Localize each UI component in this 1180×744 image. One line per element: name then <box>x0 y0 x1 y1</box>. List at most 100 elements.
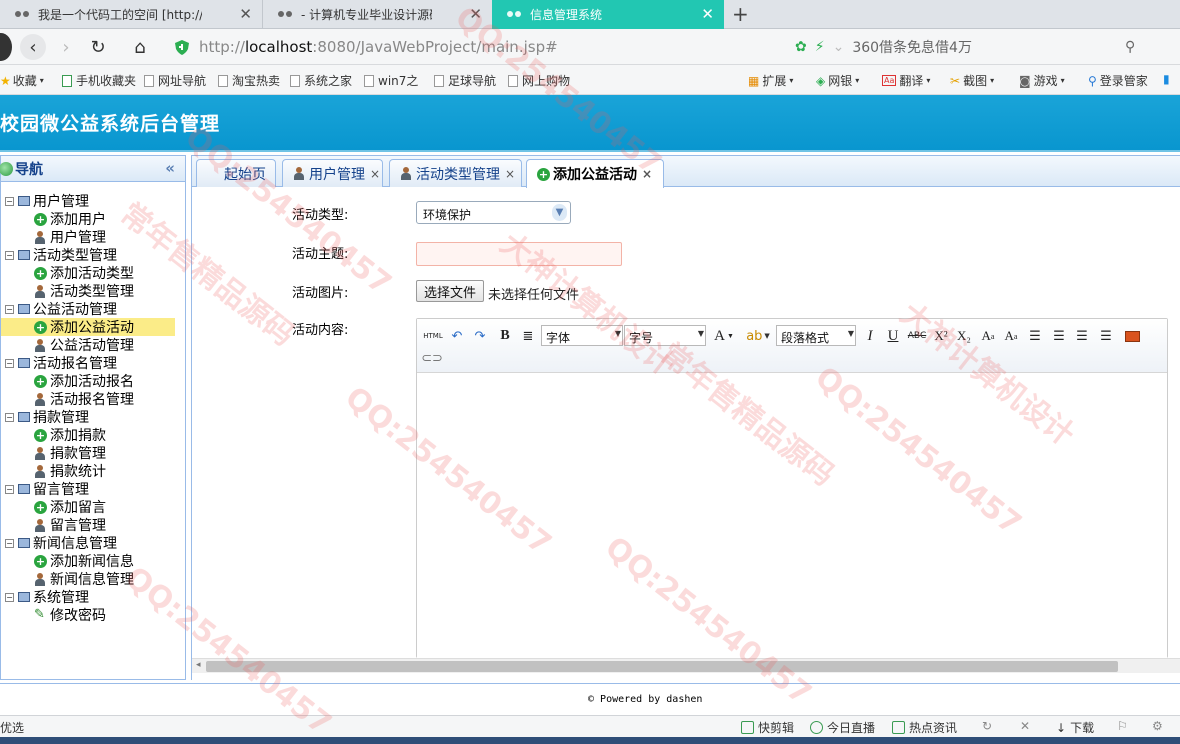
superscript-button[interactable]: X² <box>931 326 951 346</box>
favorites-item[interactable]: win7之 <box>364 72 418 89</box>
font-shrink-icon[interactable]: Aa <box>1001 326 1021 346</box>
status-live[interactable]: 今日直播 <box>810 719 875 736</box>
browser-tab-1[interactable]: 我是一个代码工的空间 [http://2 ✕ <box>0 0 262 29</box>
games-button[interactable]: ◙ 游戏 ▾ <box>1019 72 1065 89</box>
sidebar-group[interactable]: − 留言管理 <box>1 480 185 498</box>
italic-button[interactable]: I <box>861 326 879 346</box>
sidebar-item[interactable]: 活动报名管理 <box>1 390 185 408</box>
collapse-toggle-icon[interactable]: − <box>5 592 14 602</box>
favorites-item[interactable]: 足球导航 <box>434 72 496 89</box>
sidebar-item[interactable]: 捐款管理 <box>1 444 185 462</box>
reading-button[interactable]: ▮ <box>1163 72 1170 86</box>
sidebar-group[interactable]: − 用户管理 <box>1 192 185 210</box>
settings-icon[interactable]: ⚙ <box>1152 719 1163 733</box>
sidebar-item[interactable]: 活动类型管理 <box>1 282 185 300</box>
font-size-select[interactable]: 字号 ▼ <box>624 325 706 346</box>
collapse-toggle-icon[interactable]: − <box>5 538 14 548</box>
tab-activity-type-management[interactable]: 活动类型管理 × <box>389 159 522 187</box>
extensions-button[interactable]: ▦ 扩展 ▾ <box>748 72 793 89</box>
paragraph-format-select[interactable]: 段落格式 ▼ <box>776 325 856 346</box>
status-quick-edit[interactable]: 快剪辑 <box>741 719 794 736</box>
choose-file-button[interactable]: 选择文件 <box>416 280 485 302</box>
close-icon[interactable]: × <box>505 167 515 181</box>
sidebar-item[interactable]: 公益活动管理 <box>1 336 185 354</box>
font-grow-icon[interactable]: Aa <box>978 326 998 346</box>
new-tab-button[interactable]: + <box>732 2 749 26</box>
favorites-item[interactable]: 系统之家 <box>290 72 352 89</box>
sidebar-group[interactable]: − 捐款管理 <box>1 408 185 426</box>
address-promo-text[interactable]: 360借条免息借4万 <box>852 37 972 57</box>
subscript-button[interactable]: X₂ <box>954 326 974 346</box>
refresh-icon[interactable]: ↻ <box>982 719 992 733</box>
align-right-icon[interactable]: ☰ <box>1050 326 1068 346</box>
font-color-button[interactable]: A ▼ <box>711 326 737 346</box>
screenshot-button[interactable]: ✂ 截图 ▾ <box>950 72 994 89</box>
reload-button[interactable]: ↻ <box>85 34 111 60</box>
sidebar-item[interactable]: + 添加公益活动 <box>1 318 175 336</box>
sidebar-item[interactable]: + 添加活动类型 <box>1 264 185 282</box>
collapse-toggle-icon[interactable]: − <box>5 250 14 260</box>
favorites-item[interactable]: 淘宝热卖 <box>218 72 280 89</box>
sidebar-group[interactable]: − 活动报名管理 <box>1 354 185 372</box>
collapse-toggle-icon[interactable]: − <box>5 412 14 422</box>
sidebar-item[interactable]: ✎ 修改密码 <box>1 606 185 624</box>
collapse-toggle-icon[interactable]: − <box>5 196 14 206</box>
url-field[interactable]: http://localhost:8080/JavaWebProject/mai… <box>165 33 1180 61</box>
browser-tab-3[interactable]: 信息管理系统 ✕ <box>492 0 724 29</box>
sidebar-item[interactable]: 捐款统计 <box>1 462 185 480</box>
sidebar-item[interactable]: 留言管理 <box>1 516 185 534</box>
collapse-toggle-icon[interactable]: − <box>5 304 14 314</box>
tab-add-charity-activity[interactable]: + 添加公益活动 × <box>526 159 664 188</box>
home-button[interactable]: ⌂ <box>127 34 153 60</box>
align-justify-icon[interactable]: ☰ <box>1097 326 1115 346</box>
collapse-icon[interactable]: « <box>165 159 175 177</box>
sidebar-group[interactable]: − 活动类型管理 <box>1 246 185 264</box>
close-icon[interactable]: × <box>370 167 380 181</box>
browser-tab-2[interactable]: - 计算机专业毕业设计源码网 ✕ <box>262 0 492 29</box>
back-button[interactable]: ‹ <box>20 34 46 60</box>
strikethrough-button[interactable]: ABC <box>906 326 928 346</box>
horizontal-scrollbar[interactable]: ◂ <box>192 658 1180 673</box>
favorites-item[interactable]: ★ 收藏 ▾ <box>0 72 44 89</box>
underline-button[interactable]: U <box>884 326 902 346</box>
activity-type-select[interactable]: 环境保护 ▼ <box>416 201 571 224</box>
sidebar-item[interactable]: + 添加用户 <box>1 210 185 228</box>
format-clear-icon[interactable]: ≣ <box>519 326 537 346</box>
translate-button[interactable]: Aa 翻译 ▾ <box>882 72 930 89</box>
redo-icon[interactable]: ↷ <box>471 326 489 346</box>
align-left-icon[interactable]: ☰ <box>1026 326 1044 346</box>
scroll-left-icon[interactable]: ◂ <box>196 660 201 670</box>
close-icon[interactable]: ✕ <box>469 5 482 23</box>
status-download[interactable]: ↓ 下载 <box>1056 719 1094 736</box>
sidebar-group[interactable]: − 系统管理 <box>1 588 185 606</box>
chevron-down-icon[interactable]: ⌄ <box>833 39 845 55</box>
align-center-icon[interactable]: ☰ <box>1073 326 1091 346</box>
favorites-item[interactable]: 网上购物 <box>508 72 570 89</box>
font-family-select[interactable]: 字体 ▼ <box>541 325 623 346</box>
tab-home[interactable]: 起始页 <box>196 159 276 187</box>
close-icon[interactable]: ✕ <box>701 5 714 23</box>
favorites-item[interactable]: 网址导航 <box>144 72 206 89</box>
sidebar-item[interactable]: + 添加活动报名 <box>1 372 185 390</box>
favorites-item[interactable]: 手机收藏夹 <box>62 72 136 89</box>
sidebar-group[interactable]: − 新闻信息管理 <box>1 534 185 552</box>
image-icon[interactable] <box>1123 326 1141 346</box>
sidebar-item[interactable]: 用户管理 <box>1 228 185 246</box>
activity-title-input[interactable] <box>416 242 622 266</box>
sidebar-item[interactable]: + 添加留言 <box>1 498 185 516</box>
gear-icon[interactable]: ✿ <box>795 39 807 55</box>
avatar[interactable] <box>0 33 12 61</box>
sidebar-group[interactable]: − 公益活动管理 <box>1 300 185 318</box>
sidebar-item[interactable]: + 添加新闻信息 <box>1 552 185 570</box>
bank-button[interactable]: ◈ 网银 ▾ <box>816 72 859 89</box>
close-icon[interactable]: × <box>642 167 652 181</box>
sidebar-item[interactable]: + 添加捐款 <box>1 426 185 444</box>
close-icon[interactable]: ✕ <box>239 5 252 23</box>
search-icon[interactable]: ⚲ <box>1125 39 1135 55</box>
editor-content-area[interactable] <box>417 373 1167 659</box>
bold-button[interactable]: B <box>496 326 514 346</box>
html-source-button[interactable]: HTML <box>422 326 444 346</box>
sidebar-item[interactable]: 新闻信息管理 <box>1 570 185 588</box>
login-manager-button[interactable]: ⚲ 登录管家 <box>1088 72 1148 89</box>
link-icon[interactable]: ⊂⊃ <box>421 348 443 368</box>
